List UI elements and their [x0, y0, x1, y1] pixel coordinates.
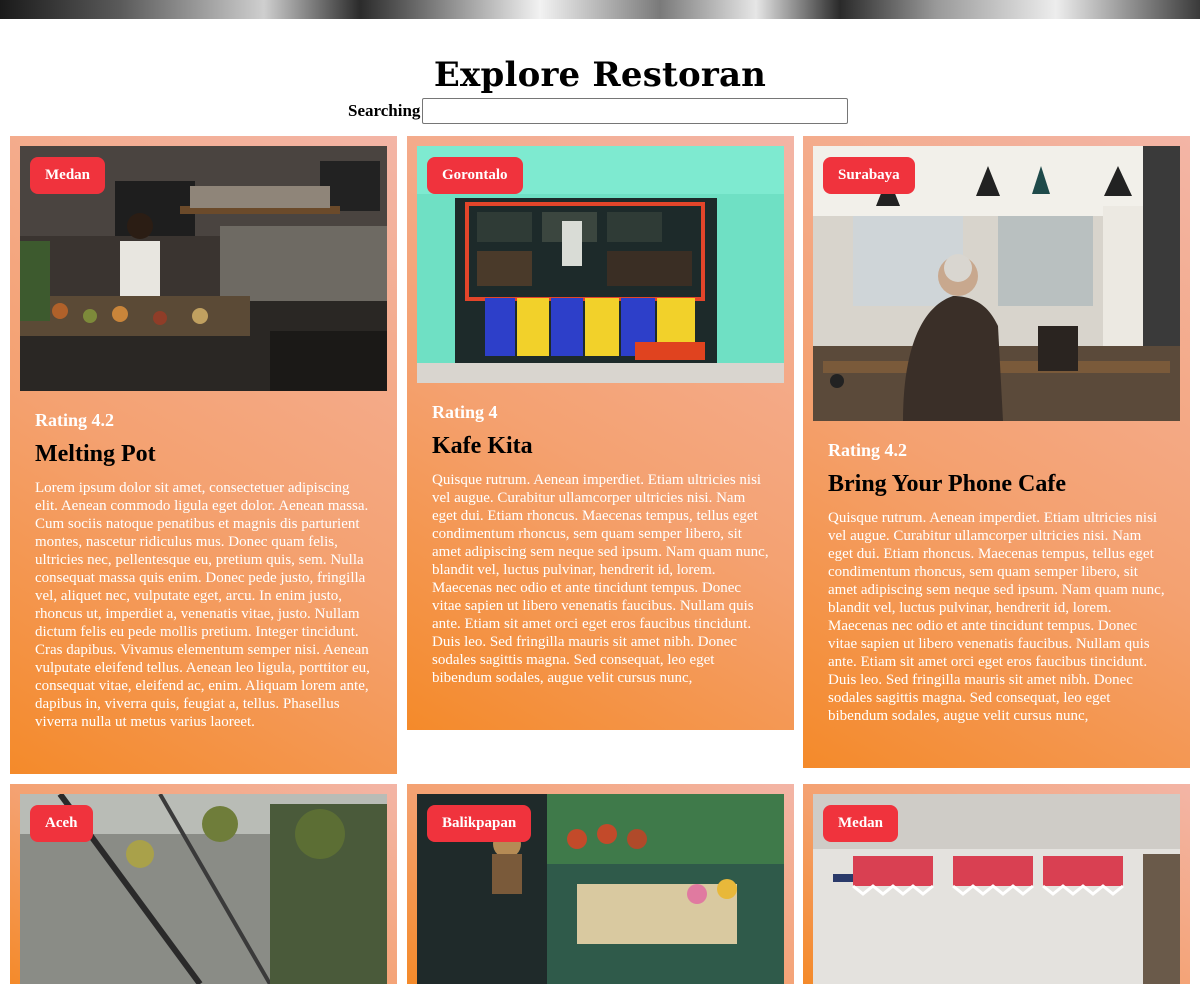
rating-label: Rating 4.2 — [828, 440, 908, 460]
search-label: Searching — [348, 101, 421, 120]
rating-label: Rating 4 — [432, 402, 498, 422]
restaurant-card[interactable]: Medan — [803, 784, 1190, 984]
restaurant-card[interactable]: Medan Rating 4.2 Melting Pot Lorem ipsum… — [10, 136, 397, 774]
rating-label: Rating 4.2 — [35, 410, 115, 430]
restaurant-description: Quisque rutrum. Aenean imperdiet. Etiam … — [432, 472, 769, 686]
page-title: Explore Restoran — [433, 55, 767, 95]
city-badge[interactable]: Surabaya — [823, 157, 915, 194]
restaurant-name[interactable]: Bring Your Phone Cafe — [828, 471, 1066, 498]
restaurant-card[interactable]: Surabaya Rating 4.2 Bring Your Phone Caf… — [803, 136, 1190, 768]
restaurant-card[interactable]: Balikpapan — [407, 784, 794, 984]
restaurant-description: Lorem ipsum dolor sit amet, consectetuer… — [35, 480, 370, 730]
restaurant-name[interactable]: Melting Pot — [35, 441, 156, 468]
city-badge[interactable]: Gorontalo — [427, 157, 523, 194]
restaurant-description: Quisque rutrum. Aenean imperdiet. Etiam … — [828, 510, 1165, 724]
restaurant-card[interactable]: Gorontalo Rating 4 Kafe Kita Quisque rut… — [407, 136, 794, 730]
city-badge[interactable]: Medan — [823, 805, 898, 842]
restaurant-name[interactable]: Kafe Kita — [432, 433, 533, 460]
search-input[interactable] — [422, 98, 849, 124]
city-badge[interactable]: Medan — [30, 157, 105, 194]
search-bar: Searching — [348, 97, 849, 125]
city-badge[interactable]: Aceh — [30, 805, 93, 842]
hero-image — [0, 0, 1200, 19]
restaurant-card[interactable]: Aceh — [10, 784, 397, 984]
city-badge[interactable]: Balikpapan — [427, 805, 532, 842]
